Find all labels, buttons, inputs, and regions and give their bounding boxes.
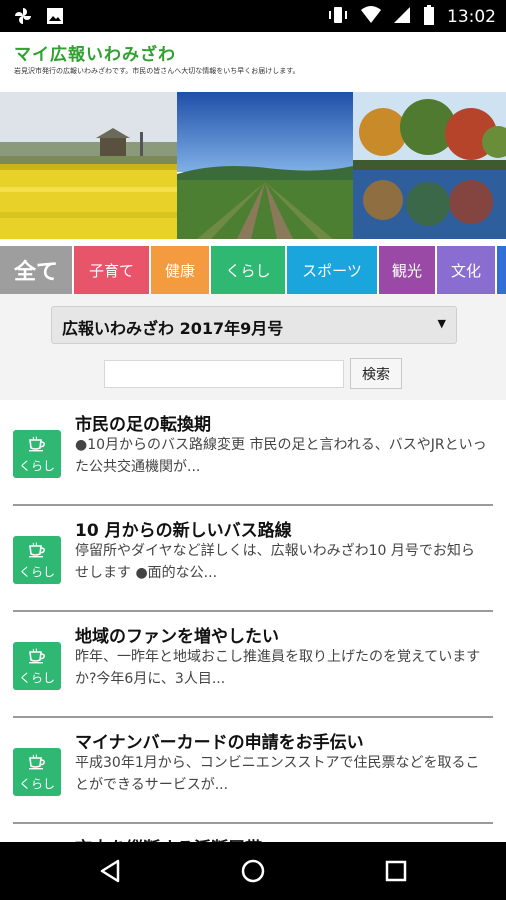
recents-icon[interactable]	[381, 856, 411, 886]
issue-select-value: 広報いわみざわ 2017年9月号	[62, 319, 284, 338]
article-excerpt: 停留所やダイヤなど詳しくは、広報いわみざわ10 月号でお知らせします ●面的な公…	[75, 543, 475, 581]
category-badge-label: くらし	[18, 459, 55, 473]
issue-select[interactable]: 広報いわみざわ 2017年9月号 ▼	[51, 306, 457, 344]
search-button[interactable]: 検索	[350, 358, 402, 389]
category-badge: くらし	[13, 536, 61, 584]
article-excerpt: ●10月からのバス路線変更 市民の足と言われる、バスやJRといった公共交通機関が…	[75, 437, 487, 475]
image-icon	[46, 7, 64, 29]
app-header: マイ広報いわみざわ 岩見沢市発行の広報いわみざわです。市民の皆さんへ大切な情報を…	[0, 32, 506, 92]
article-item[interactable]: くらし 10 月からの新しいバス路線 停留所やダイヤなど詳しくは、広報いわみざわ10…	[0, 506, 506, 612]
navigation-bar	[0, 842, 506, 900]
wifi-icon	[361, 6, 381, 28]
category-tab[interactable]: 健康	[151, 246, 209, 294]
category-badge: くらし	[13, 430, 61, 478]
back-icon[interactable]	[96, 856, 126, 886]
category-badge-label: くらし	[18, 777, 55, 791]
category-tabs: 全て 子育て 健康 くらし スポーツ 観光 文化	[0, 246, 506, 294]
clock: 13:02	[447, 7, 496, 27]
category-tab[interactable]: スポーツ	[287, 246, 377, 294]
article-title[interactable]: 10 月からの新しいバス路線	[75, 516, 292, 541]
coffee-cup-icon	[28, 754, 46, 774]
article-title[interactable]: マイナンバーカードの申請をお手伝い	[75, 728, 364, 753]
article-title[interactable]: 地域のファンを増やしたい	[75, 622, 279, 647]
article-excerpt: 昨年、一昨年と地域おこし推進員を取り上げたのを覚えていますか?今年6月に、3人目…	[75, 649, 481, 687]
category-tab[interactable]: 文化	[437, 246, 495, 294]
category-badge-label: くらし	[18, 671, 55, 685]
article-item[interactable]: くらし市内を縦断する活断層帯	[0, 824, 506, 842]
home-icon[interactable]	[238, 856, 268, 886]
vibrate-icon	[327, 6, 349, 28]
banner-photo-vineyard	[177, 92, 353, 239]
filter-area: 広報いわみざわ 2017年9月号 ▼ 検索	[0, 294, 506, 400]
battery-icon	[423, 5, 435, 29]
category-tab[interactable]: 全て	[0, 246, 72, 294]
article-excerpt: 平成30年1月から、コンビニエンスストアで住民票などを取ることができるサービスが…	[75, 755, 480, 793]
article-list: くらし 市民の足の転換期 ●10月からのバス路線変更 市民の足と言われる、バスやJR…	[0, 400, 506, 842]
category-tab[interactable]: 子育て	[74, 246, 149, 294]
category-tab[interactable]	[497, 246, 506, 294]
article-item[interactable]: くらし 地域のファンを増やしたい 昨年、一昨年と地域おこし推進員を取り上げたのを覚え…	[0, 612, 506, 718]
banner	[0, 92, 506, 239]
article-item[interactable]: くらし マイナンバーカードの申請をお手伝い 平成30年1月から、コンビニエンスストア…	[0, 718, 506, 824]
category-badge-label: くらし	[18, 565, 55, 579]
coffee-cup-icon	[28, 648, 46, 668]
category-badge: くらし	[13, 748, 61, 796]
search-input[interactable]	[104, 360, 344, 388]
dropdown-arrow-icon: ▼	[437, 317, 446, 330]
coffee-cup-icon	[28, 542, 46, 562]
article-title[interactable]: 市内を縦断する活断層帯	[75, 834, 262, 842]
coffee-cup-icon	[28, 436, 46, 456]
banner-photo-canola-field	[0, 92, 177, 239]
status-bar: 13:02	[0, 0, 506, 32]
pinwheel-icon	[14, 7, 32, 29]
banner-photo-autumn-pond	[353, 92, 506, 239]
signal-icon	[393, 6, 411, 28]
article-item[interactable]: くらし 市民の足の転換期 ●10月からのバス路線変更 市民の足と言われる、バスやJR…	[0, 400, 506, 506]
app-title: マイ広報いわみざわ	[14, 45, 176, 65]
category-tab[interactable]: 観光	[379, 246, 435, 294]
app-tagline: 岩見沢市発行の広報いわみざわです。市民の皆さんへ大切な情報をいち早くお届けします…	[14, 67, 300, 75]
article-title[interactable]: 市民の足の転換期	[75, 410, 211, 435]
category-badge: くらし	[13, 642, 61, 690]
category-tab[interactable]: くらし	[211, 246, 285, 294]
